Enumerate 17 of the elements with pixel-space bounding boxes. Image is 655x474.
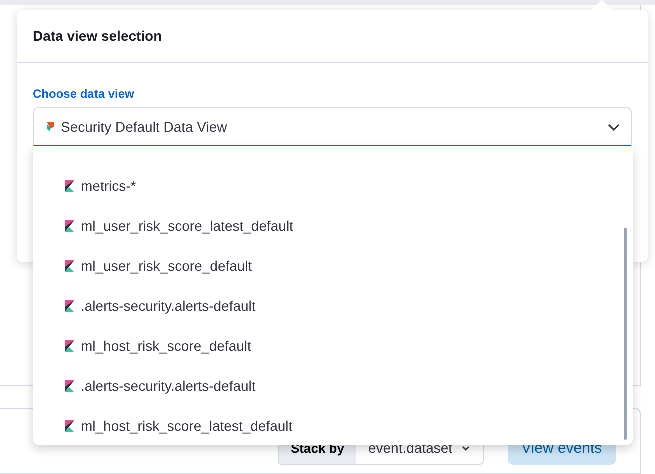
data-view-option[interactable]: ml_user_risk_score_default	[33, 246, 633, 286]
shield-icon	[46, 121, 55, 132]
index-pattern-icon	[65, 380, 75, 392]
data-view-option[interactable]: ml_user_risk_score_latest_default	[33, 206, 633, 246]
popover-title: Data view selection	[17, 10, 648, 63]
index-pattern-icon	[65, 420, 75, 432]
scrollbar[interactable]	[624, 228, 627, 440]
index-pattern-icon	[65, 180, 75, 192]
index-pattern-icon	[65, 300, 75, 312]
field-label: Choose data view	[33, 87, 136, 101]
data-view-option[interactable]: .alerts-security.alerts-default	[33, 366, 633, 406]
data-view-option[interactable]: metrics-*	[33, 166, 633, 206]
data-view-option[interactable]: ml_host_risk_score_default	[33, 326, 633, 366]
index-pattern-icon	[65, 260, 75, 272]
data-view-option[interactable]: .alerts-security.alerts-default	[33, 286, 633, 326]
index-pattern-icon	[65, 220, 75, 232]
index-pattern-icon	[65, 340, 75, 352]
